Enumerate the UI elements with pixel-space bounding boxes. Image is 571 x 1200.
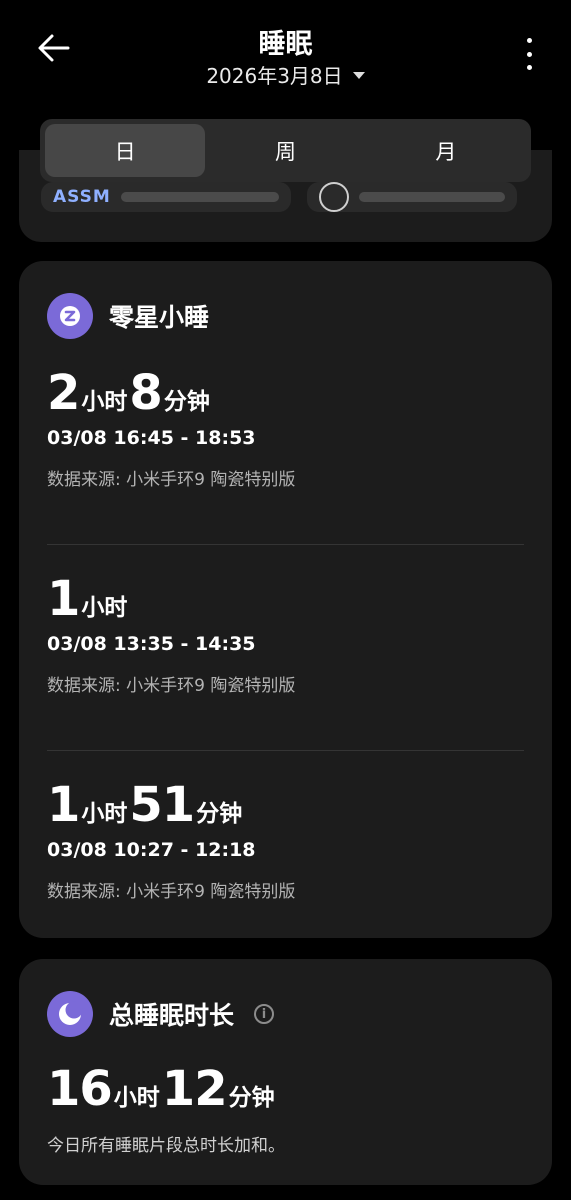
- total-duration-block: 16 小时 12 分钟: [47, 1061, 524, 1117]
- page-title: 睡眠: [258, 29, 313, 60]
- more-dot-icon: [526, 65, 532, 70]
- duration-minutes-unit: 分钟: [163, 389, 210, 415]
- duration-hours: 1: [47, 571, 80, 627]
- more-dot-icon: [526, 38, 532, 43]
- total-hours: 16: [47, 1061, 113, 1117]
- nap-entry: 1 小时 51 分钟 03/08 10:27 - 12:18 数据来源: 小米手…: [47, 777, 524, 902]
- nap-data-source: 数据来源: 小米手环9 陶瓷特别版: [47, 470, 296, 490]
- caret-down-icon: [352, 72, 365, 79]
- total-hours-unit: 小时: [113, 1085, 160, 1111]
- naps-card-header: 零星小睡: [47, 293, 209, 339]
- info-icon[interactable]: i: [254, 1004, 275, 1024]
- nap-time-range: 03/08 10:27 - 12:18: [47, 839, 256, 861]
- total-minutes-unit: 分钟: [228, 1085, 275, 1111]
- sleep-screen: 睡眠 2026年3月8日 ASSM 日 周 月 零星小睡 2 小时 8 分钟 0…: [0, 0, 571, 1200]
- divider: [47, 544, 524, 545]
- date-label: 2026年3月8日: [206, 64, 343, 88]
- seal-icon: [319, 182, 349, 212]
- total-card-header: 总睡眠时长 i: [47, 991, 275, 1037]
- naps-card-title: 零星小睡: [109, 303, 210, 332]
- duration-minutes: 8: [129, 365, 162, 421]
- assm-logo: ASSM: [53, 187, 111, 207]
- divider: [47, 750, 524, 751]
- duration-hours-unit: 小时: [81, 801, 128, 827]
- more-dot-icon: [526, 51, 532, 57]
- tab-month[interactable]: 月: [366, 124, 526, 177]
- logo-text-cropped: [359, 192, 505, 202]
- duration-minutes-unit: 分钟: [196, 801, 243, 827]
- naps-card[interactable]: 零星小睡 2 小时 8 分钟 03/08 16:45 - 18:53 数据来源:…: [19, 261, 552, 938]
- total-duration: 16 小时 12 分钟: [47, 1061, 524, 1117]
- duration-hours-unit: 小时: [81, 595, 128, 621]
- total-sleep-card[interactable]: 总睡眠时长 i 16 小时 12 分钟 今日所有睡眠片段总时长加和。: [19, 959, 552, 1185]
- nap-entry: 2 小时 8 分钟 03/08 16:45 - 18:53 数据来源: 小米手环…: [47, 365, 524, 490]
- logo-text-cropped: [120, 192, 279, 202]
- more-options-button[interactable]: [523, 38, 535, 70]
- nap-z-icon: [47, 293, 93, 339]
- duration-hours-unit: 小时: [81, 389, 128, 415]
- partner-logo-right: [307, 182, 517, 212]
- duration-minutes: 51: [129, 777, 195, 833]
- nap-duration: 2 小时 8 分钟: [47, 365, 524, 421]
- nap-entry: 1 小时 03/08 13:35 - 14:35 数据来源: 小米手环9 陶瓷特…: [47, 571, 524, 696]
- period-tabs: 日 周 月: [40, 119, 531, 182]
- duration-hours: 1: [47, 777, 80, 833]
- moon-icon: [47, 991, 93, 1037]
- total-card-title: 总睡眠时长: [109, 1001, 235, 1030]
- tab-day[interactable]: 日: [45, 124, 206, 177]
- duration-hours: 2: [47, 365, 80, 421]
- nap-duration: 1 小时: [47, 571, 524, 627]
- nap-time-range: 03/08 13:35 - 14:35: [47, 633, 256, 655]
- nap-time-range: 03/08 16:45 - 18:53: [47, 427, 256, 449]
- nap-data-source: 数据来源: 小米手环9 陶瓷特别版: [47, 676, 296, 696]
- total-description: 今日所有睡眠片段总时长加和。: [47, 1136, 285, 1156]
- total-minutes: 12: [161, 1061, 228, 1117]
- partner-logo-left: ASSM: [41, 182, 291, 212]
- date-picker[interactable]: 2026年3月8日: [0, 60, 571, 89]
- nap-duration: 1 小时 51 分钟: [47, 777, 524, 833]
- nap-data-source: 数据来源: 小米手环9 陶瓷特别版: [47, 882, 296, 902]
- tab-week[interactable]: 周: [205, 124, 365, 177]
